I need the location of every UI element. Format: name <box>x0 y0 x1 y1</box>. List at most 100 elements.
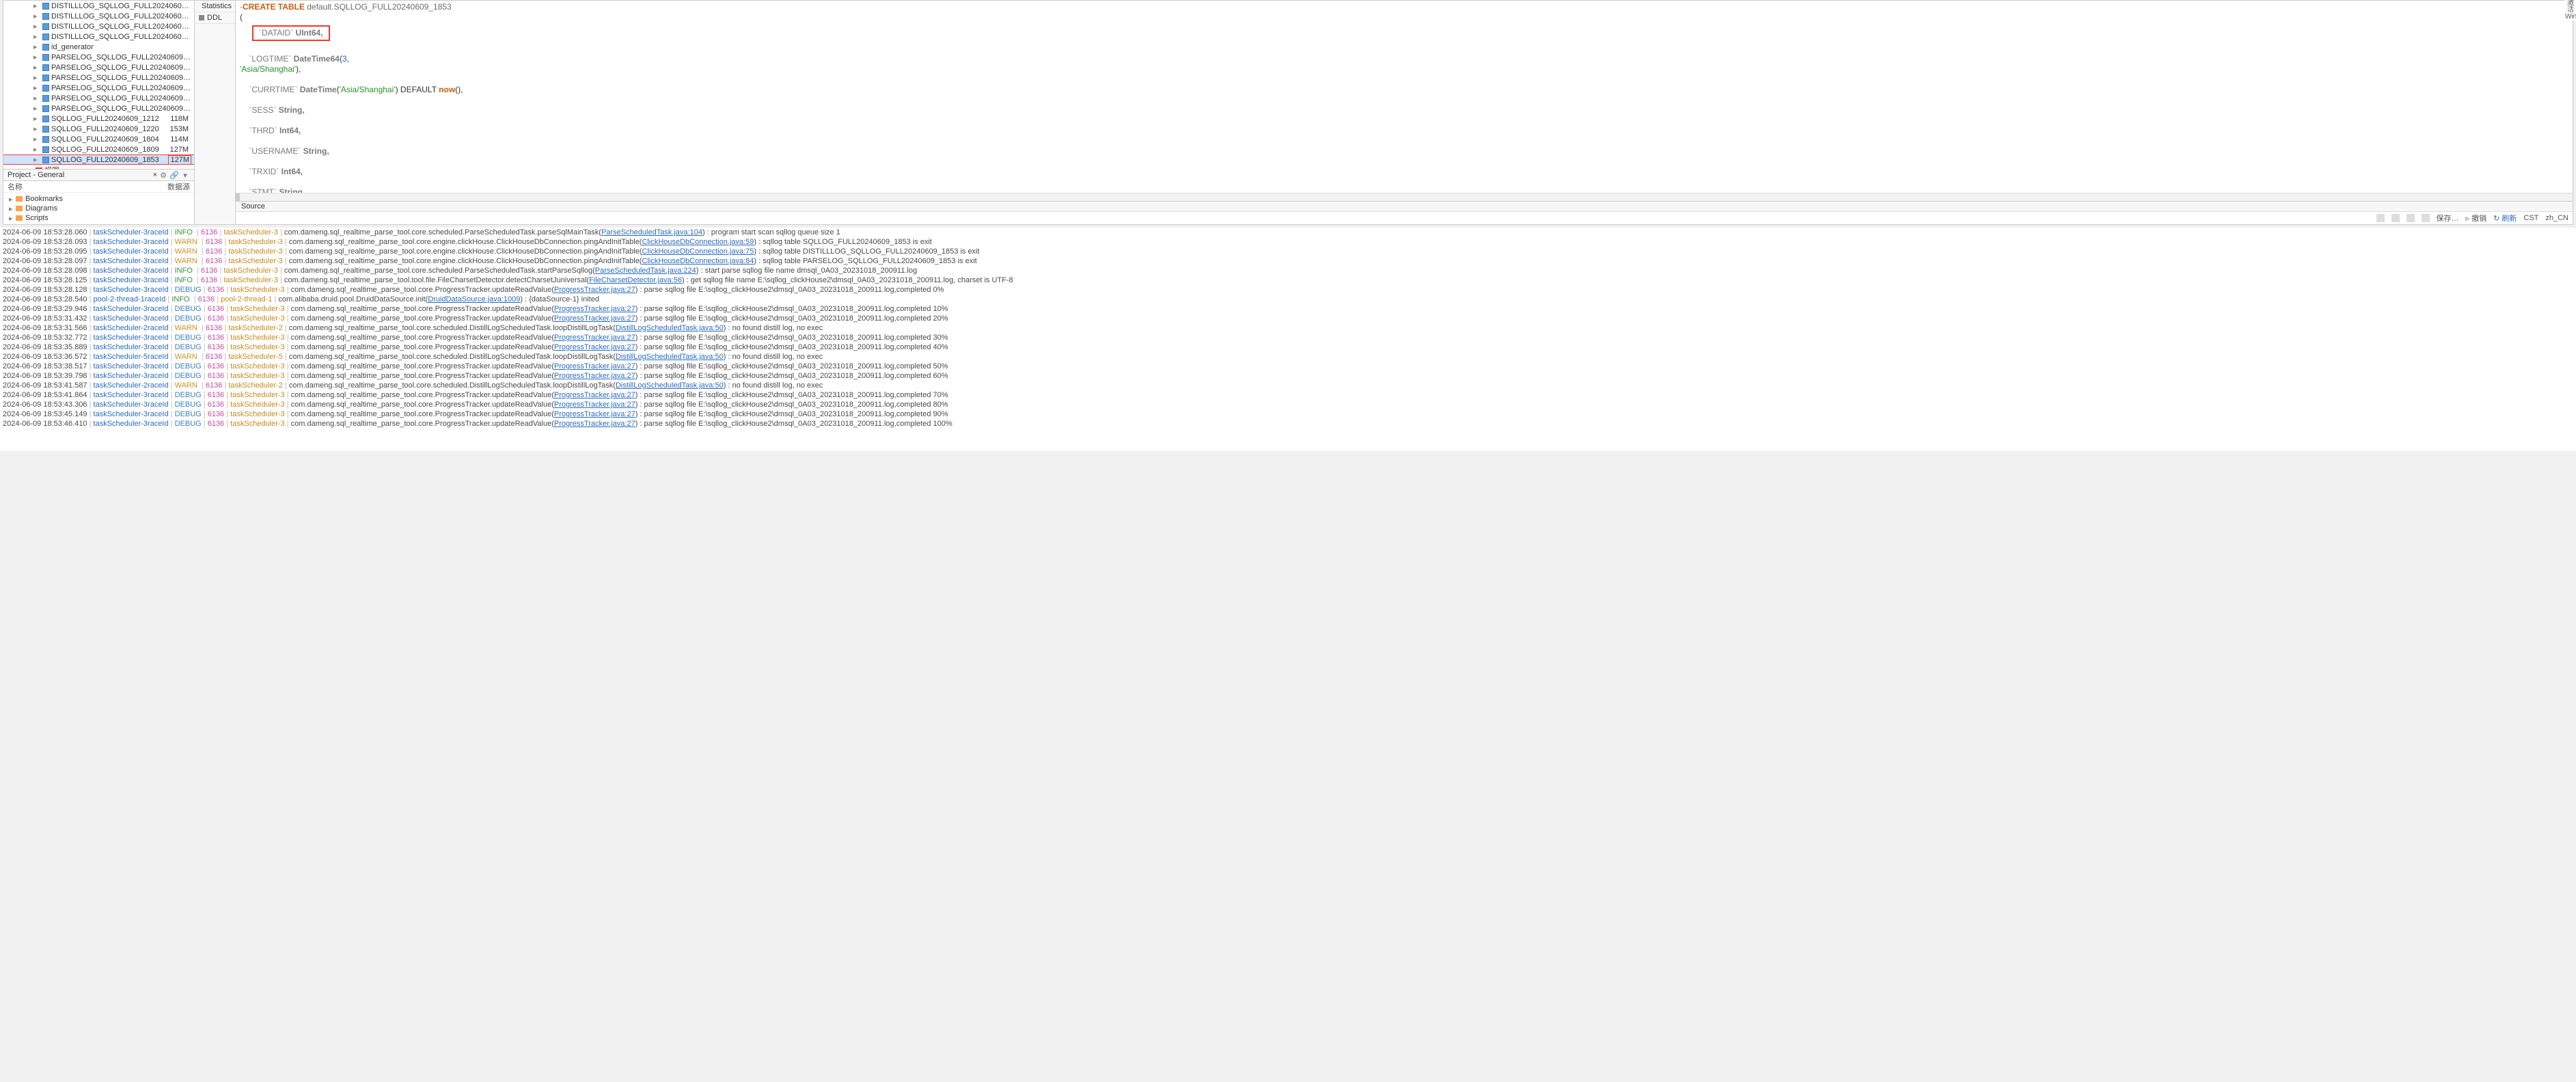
expand-arrow-icon[interactable]: ▸ <box>33 124 40 133</box>
source-link[interactable]: ProgressTracker.java:27 <box>554 391 635 399</box>
table-icon <box>42 146 50 154</box>
status-copy-icon[interactable] <box>2407 214 2415 222</box>
log-line: 2024-06-09 18:53:28.128 | taskScheduler-… <box>3 285 2573 295</box>
project-menu-icon[interactable]: ▾ <box>180 170 190 180</box>
source-link[interactable]: ProgressTracker.java:27 <box>554 286 635 294</box>
project-link-icon[interactable]: 🔗 <box>169 170 179 180</box>
status-undo-link[interactable]: ▹ 撤销 <box>2466 213 2487 224</box>
expand-arrow-icon[interactable]: ▸ <box>9 204 16 213</box>
tree-item[interactable]: ▸SQLLOG_FULL20240609_1853127M <box>3 154 194 165</box>
project-item-label: Bookmarks <box>25 195 63 203</box>
expand-arrow-icon[interactable]: ▸ <box>33 32 40 41</box>
tree-item[interactable]: ▸PARSELOG_SQLLOG_FULL20240609_1809 <box>3 93 194 103</box>
log-line: 2024-06-09 18:53:28.095 | taskScheduler-… <box>3 247 2573 256</box>
source-link[interactable]: ParseScheduledTask.java:224 <box>595 267 696 275</box>
source-link[interactable]: DistillLogScheduledTask.java:50 <box>616 381 724 390</box>
tab-ddl[interactable]: DDL <box>195 12 235 24</box>
project-panel-close-icon[interactable]: × <box>153 171 157 179</box>
tree-item[interactable]: ▸SQLLOG_FULL20240609_1220153M <box>3 124 194 134</box>
source-link[interactable]: DistillLogScheduledTask.java:50 <box>616 324 724 332</box>
watermark-text: 激活 Wind <box>2565 0 2576 21</box>
source-link[interactable]: ParseScheduledTask.java:104 <box>601 228 702 236</box>
project-item[interactable]: ▸Scripts <box>3 213 194 223</box>
table-icon <box>42 94 50 103</box>
tree-item[interactable]: ▸PARSELOG_SQLLOG_FULL20240609_1212 <box>3 52 194 62</box>
expand-arrow-icon[interactable]: ▸ <box>33 1 40 10</box>
expand-arrow-icon[interactable]: ▸ <box>33 73 40 82</box>
expand-arrow-icon[interactable]: ▸ <box>33 135 40 144</box>
project-item[interactable]: ▸Diagrams <box>3 204 194 213</box>
source-link[interactable]: ProgressTracker.java:27 <box>554 362 635 370</box>
expand-arrow-icon[interactable]: ▸ <box>33 53 40 62</box>
source-link[interactable]: ProgressTracker.java:27 <box>554 305 635 313</box>
source-link[interactable]: ProgressTracker.java:27 <box>554 401 635 409</box>
tree-item[interactable]: ▸DISTILLLOG_SQLLOG_FULL20240609_1807 <box>3 11 194 21</box>
source-link[interactable]: ClickHouseDbConnection.java:84 <box>642 257 754 265</box>
scrollbar-thumb[interactable] <box>236 193 240 202</box>
source-link[interactable]: ProgressTracker.java:27 <box>554 343 635 351</box>
table-icon <box>42 105 50 113</box>
tree-item[interactable]: ▸ PARSELOG_SQLLOG_FULL20240609_1807 <box>3 83 194 93</box>
source-link[interactable]: DruidDataSource.java:1009 <box>428 295 520 303</box>
tree-item[interactable]: ▸ SQLLOG_FULL20240609_1212118M <box>3 113 194 124</box>
tree-item-size: 118M <box>170 115 191 123</box>
source-link[interactable]: DistillLogScheduledTask.java:50 <box>616 353 724 361</box>
folder-icon <box>16 215 23 221</box>
log-line: 2024-06-09 18:53:46.410 | taskScheduler-… <box>3 419 2573 429</box>
tree-item-label: DISTILLLOG_SQLLOG_FULL20240609_1809 <box>51 23 191 31</box>
expand-arrow-icon[interactable]: ▸ <box>33 94 40 103</box>
source-link[interactable]: ProgressTracker.java:27 <box>554 420 635 428</box>
tree-item[interactable]: ▸SQLLOG_FULL20240609_1804114M <box>3 134 194 144</box>
status-swap-icon[interactable] <box>2392 214 2400 222</box>
tree-item[interactable]: ▸SQLLOG_FULL20240609_1809127M <box>3 144 194 154</box>
expand-arrow-icon[interactable]: ▸ <box>33 12 40 21</box>
source-link[interactable]: ClickHouseDbConnection.java:59 <box>642 238 754 246</box>
tree-item-label: SQLLOG_FULL20240609_1212 <box>51 115 170 123</box>
sql-editor[interactable]: -CREATE TABLE default.SQLLOG_FULL2024060… <box>236 1 2573 193</box>
tree-item[interactable]: ▸PARSELOG_SQLLOG_FULL20240609_1220 <box>3 62 194 72</box>
editor-horizontal-scrollbar[interactable] <box>236 193 2573 201</box>
status-save-link[interactable]: 保存… <box>2437 213 2459 224</box>
status-search-icon[interactable] <box>2376 214 2385 222</box>
expand-arrow-icon[interactable]: ▸ <box>33 145 40 154</box>
expand-arrow-icon[interactable]: ▸ <box>33 63 40 72</box>
source-link[interactable]: ProgressTracker.java:27 <box>554 314 635 323</box>
console-log-pane[interactable]: 2024-06-09 18:53:28.060 | taskScheduler-… <box>0 228 2576 451</box>
expand-arrow-icon[interactable]: ▸ <box>33 104 40 113</box>
tree-item-size: 114M <box>170 135 191 144</box>
tree-item[interactable]: ▸PARSELOG_SQLLOG_FULL20240609_1853 <box>3 103 194 113</box>
project-panel-title: Project - General <box>8 171 153 179</box>
tree-item[interactable]: ▸DISTILLLOG_SQLLOG_FULL20240609_1853 <box>3 31 194 42</box>
expand-arrow-icon[interactable]: ▸ <box>9 195 16 204</box>
status-refresh-link[interactable]: ↻ 刷新 <box>2493 213 2517 224</box>
tab-statistics[interactable]: Statistics <box>195 1 235 12</box>
tree-item[interactable]: ▸id_generator <box>3 42 194 52</box>
source-link[interactable]: ProgressTracker.java:27 <box>554 410 635 418</box>
source-tab[interactable]: Source <box>236 201 2573 211</box>
expand-arrow-icon[interactable]: ▸ <box>9 214 16 223</box>
tree-item-size: 153M <box>169 125 191 133</box>
tree-item[interactable]: ▸ DISTILLLOG_SQLLOG_FULL20240609_1809 <box>3 21 194 31</box>
status-locale: zh_CN <box>2545 214 2568 222</box>
tree-item-label: PARSELOG_SQLLOG_FULL20240609_1804 <box>51 74 191 82</box>
status-grid-icon[interactable] <box>2422 214 2430 222</box>
log-line: 2024-06-09 18:53:28.125 | taskScheduler-… <box>3 275 2573 285</box>
tree-item-label: PARSELOG_SQLLOG_FULL20240609_1807 <box>51 84 191 92</box>
expand-arrow-icon[interactable]: ▸ <box>33 22 40 31</box>
project-gear-icon[interactable]: ⚙ <box>159 170 168 180</box>
source-link[interactable]: ClickHouseDbConnection.java:75 <box>642 247 754 256</box>
table-icon <box>42 23 50 31</box>
source-link[interactable]: FileCharsetDetector.java:56 <box>589 276 682 284</box>
expand-arrow-icon[interactable]: ▸ <box>33 114 40 123</box>
expand-arrow-icon[interactable]: ▸ <box>33 42 40 51</box>
source-link[interactable]: ProgressTracker.java:27 <box>554 372 635 380</box>
source-link[interactable]: ProgressTracker.java:27 <box>554 334 635 342</box>
db-navigator-tree[interactable]: ▸DISTILLLOG_SQLLOG_FULL20240609_1804▸DIS… <box>3 1 194 169</box>
tree-item[interactable]: ▸DISTILLLOG_SQLLOG_FULL20240609_1804 <box>3 1 194 11</box>
expand-arrow-icon[interactable]: ▸ <box>33 83 40 92</box>
project-item[interactable]: ▸ Bookmarks <box>3 194 194 204</box>
expand-arrow-icon[interactable]: ▸ <box>33 155 40 164</box>
table-icon <box>42 135 50 144</box>
tree-item[interactable]: ▸ PARSELOG_SQLLOG_FULL20240609_1804 <box>3 72 194 83</box>
project-tree[interactable]: ▸ Bookmarks▸Diagrams▸Scripts <box>3 193 194 224</box>
